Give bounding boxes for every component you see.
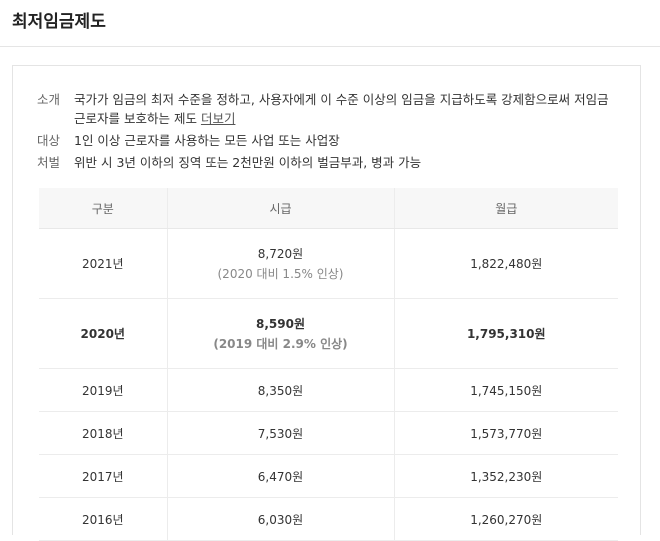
more-link[interactable]: 더보기 [201, 111, 236, 126]
info-text: 국가가 임금의 최저 수준을 정하고, 사용자에게 이 수준 이상의 임금을 지… [74, 92, 609, 126]
hourly-cell: 7,530원 [166, 411, 394, 455]
info-row-target: 대상 1인 이상 근로자를 사용하는 모든 사업 또는 사업장 [37, 131, 617, 150]
info-text: 위반 시 3년 이하의 징역 또는 2천만원 이하의 벌금부과, 병과 가능 [74, 155, 422, 170]
page-title: 최저임금제도 [0, 0, 660, 47]
table-row: 2019년 8,350원 1,745,150원 [39, 368, 618, 412]
table-row: 2016년 6,030원 1,260,270원 [39, 497, 618, 541]
hourly-cell: 8,590원 (2019 대비 2.9% 인상) [166, 298, 394, 369]
wage-table: 구분 시급 월급 2021년 8,720원 (2020 대비 1.5% 인상) … [39, 188, 618, 541]
year-cell: 2018년 [39, 411, 167, 455]
info-text: 1인 이상 근로자를 사용하는 모든 사업 또는 사업장 [74, 133, 340, 148]
hourly-cell: 6,470원 [166, 454, 394, 498]
monthly-cell: 1,745,150원 [393, 368, 618, 412]
table-row: 2020년 8,590원 (2019 대비 2.9% 인상) 1,795,310… [39, 298, 618, 369]
hourly-value: 8,720원 [257, 247, 304, 261]
monthly-cell: 1,795,310원 [393, 298, 618, 369]
header-category: 구분 [39, 188, 167, 229]
minimum-wage-card: 소개 국가가 임금의 최저 수준을 정하고, 사용자에게 이 수준 이상의 임금… [12, 65, 641, 541]
info-row-penalty: 처벌 위반 시 3년 이하의 징역 또는 2천만원 이하의 벌금부과, 병과 가… [37, 153, 617, 172]
table-row: 2021년 8,720원 (2020 대비 1.5% 인상) 1,822,480… [39, 228, 618, 299]
header-monthly: 월급 [393, 188, 618, 229]
increase-note: (2019 대비 2.9% 인상) [213, 337, 348, 351]
monthly-cell: 1,260,270원 [393, 497, 618, 541]
year-cell: 2017년 [39, 454, 167, 498]
monthly-cell: 1,573,770원 [393, 411, 618, 455]
increase-note: (2020 대비 1.5% 인상) [217, 267, 344, 281]
info-row-intro: 소개 국가가 임금의 최저 수준을 정하고, 사용자에게 이 수준 이상의 임금… [37, 90, 617, 128]
year-cell: 2016년 [39, 497, 167, 541]
header-hourly: 시급 [166, 188, 394, 229]
year-cell: 2019년 [39, 368, 167, 412]
table-header: 구분 시급 월급 [39, 188, 618, 229]
table-row: 2017년 6,470원 1,352,230원 [39, 454, 618, 498]
hourly-value: 8,590원 [256, 317, 305, 331]
info-label: 처벌 [37, 155, 61, 170]
table-row: 2018년 7,530원 1,573,770원 [39, 411, 618, 455]
year-cell: 2020년 [39, 298, 167, 369]
info-label: 대상 [37, 133, 61, 148]
monthly-cell: 1,352,230원 [393, 454, 618, 498]
monthly-cell: 1,822,480원 [393, 228, 618, 299]
year-cell: 2021년 [39, 228, 167, 299]
hourly-cell: 8,720원 (2020 대비 1.5% 인상) [166, 228, 394, 299]
info-section: 소개 국가가 임금의 최저 수준을 정하고, 사용자에게 이 수준 이상의 임금… [37, 90, 617, 175]
hourly-cell: 8,350원 [166, 368, 394, 412]
hourly-cell: 6,030원 [166, 497, 394, 541]
info-label: 소개 [37, 92, 61, 107]
